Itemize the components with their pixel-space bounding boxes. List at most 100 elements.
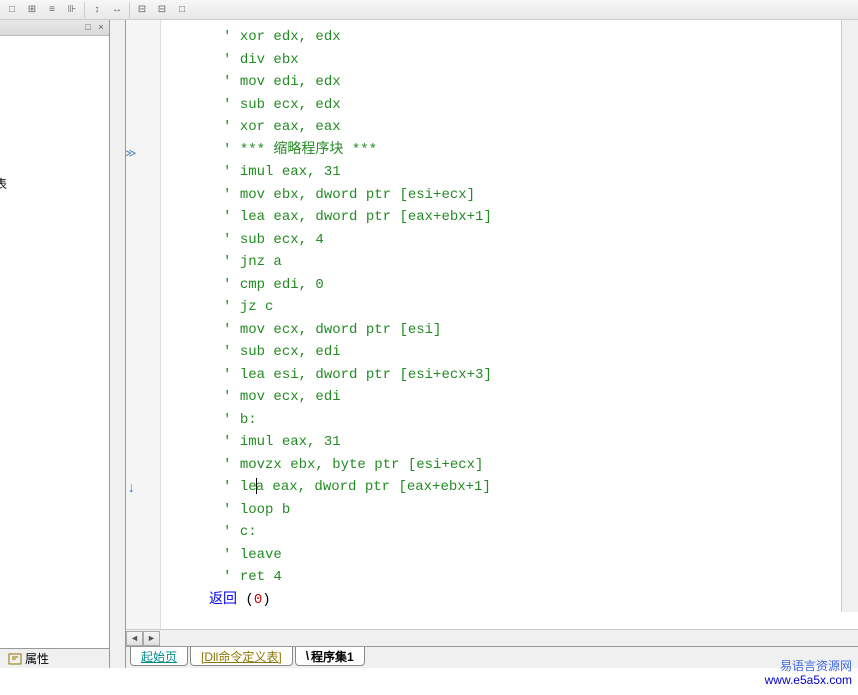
main-area: □ × 表 属性 ' xor edx, edx' div ebx' mov ed…	[0, 20, 858, 668]
comment-quote: '	[223, 547, 240, 563]
comment-quote: '	[223, 389, 240, 405]
code-view: ' xor edx, edx' div ebx' mov edi, edx' s…	[126, 20, 858, 629]
code-line[interactable]: ' lea esi, dword ptr [esi+ecx+3]	[161, 364, 858, 387]
comment-quote: '	[223, 52, 240, 68]
code-line[interactable]: ' jnz a	[161, 251, 858, 274]
toolbar-btn-6[interactable]: ↔	[107, 1, 127, 19]
comment-text: sub ecx, edx	[240, 97, 341, 113]
collapse-marker-icon[interactable]: ≫	[126, 143, 137, 166]
horizontal-scrollbar-area: ◄ ►	[126, 629, 858, 646]
code-line[interactable]: ' mov ebx, dword ptr [esi+ecx]	[161, 184, 858, 207]
comment-text: a eax, dword ptr [eax+ebx+1]	[256, 479, 491, 495]
comment-text: b:	[240, 412, 257, 428]
comment-text: mov edi, edx	[240, 74, 341, 90]
comment-quote: '	[223, 322, 240, 338]
code-line[interactable]: ' mov edi, edx	[161, 71, 858, 94]
comment-quote: '	[223, 569, 240, 585]
comment-quote: '	[223, 502, 240, 518]
comment-text: le	[240, 479, 257, 495]
comment-quote: '	[223, 479, 240, 495]
comment-quote: '	[223, 434, 240, 450]
left-panel-bottom-tabs: 属性	[0, 648, 109, 668]
toolbar-btn-3[interactable]: ≡	[42, 1, 62, 19]
toolbar-btn-2[interactable]: ⊞	[22, 1, 42, 19]
code-line[interactable]: ' div ebx	[161, 49, 858, 72]
comment-quote: '	[223, 232, 240, 248]
arrow-down-icon: ↓	[127, 478, 135, 501]
toolbar-btn-7[interactable]: ⊟	[132, 1, 152, 19]
splitter[interactable]	[110, 20, 126, 668]
code-line[interactable]: ' sub ecx, edx	[161, 94, 858, 117]
properties-tab[interactable]: 属性	[4, 649, 53, 668]
vertical-scrollbar[interactable]	[841, 20, 858, 612]
comment-quote: '	[223, 142, 240, 158]
left-panel-close-icon[interactable]: ×	[95, 22, 107, 34]
comment-quote: '	[223, 277, 240, 293]
comment-quote: '	[223, 412, 240, 428]
code-line[interactable]: ' c:	[161, 521, 858, 544]
code-line-return[interactable]: 返回 (0)	[161, 589, 858, 612]
comment-text: imul eax, 31	[240, 164, 341, 180]
code-line[interactable]: ' b:	[161, 409, 858, 432]
toolbar-btn-8[interactable]: ⊟	[152, 1, 172, 19]
comment-quote: '	[223, 29, 240, 45]
code-content[interactable]: ' xor edx, edx' div ebx' mov edi, edx' s…	[161, 20, 858, 629]
comment-quote: '	[223, 254, 240, 270]
code-line[interactable]: ' imul eax, 31	[161, 161, 858, 184]
toolbar-btn-4[interactable]: ⊪	[62, 1, 82, 19]
comment-quote: '	[223, 367, 240, 383]
code-line[interactable]: ' jz c	[161, 296, 858, 319]
editor-area: ' xor edx, edx' div ebx' mov edi, edx' s…	[126, 20, 858, 668]
comment-text: leave	[240, 547, 282, 563]
comment-text: jnz a	[240, 254, 282, 270]
code-line[interactable]: ' movzx ebx, byte ptr [esi+ecx]	[161, 454, 858, 477]
comment-quote: '	[223, 209, 240, 225]
code-line[interactable]: ' sub ecx, edi	[161, 341, 858, 364]
code-line[interactable]: ' mov ecx, dword ptr [esi]	[161, 319, 858, 342]
comment-quote: '	[223, 344, 240, 360]
comment-quote: '	[223, 74, 240, 90]
comment-text: jz c	[240, 299, 274, 315]
left-panel-pin-icon[interactable]: □	[82, 22, 94, 34]
toolbar-separator	[84, 2, 85, 18]
comment-quote: '	[223, 119, 240, 135]
code-line[interactable]: ↓' lea eax, dword ptr [eax+ebx+1]	[161, 476, 858, 499]
comment-text: lea esi, dword ptr [esi+ecx+3]	[240, 367, 492, 383]
watermark-url: www.e5a5x.com	[765, 673, 852, 687]
code-line[interactable]: ' imul eax, 31	[161, 431, 858, 454]
comment-text: lea eax, dword ptr [eax+ebx+1]	[240, 209, 492, 225]
code-line[interactable]: ' lea eax, dword ptr [eax+ebx+1]	[161, 206, 858, 229]
watermark-title: 易语言资源网	[765, 659, 852, 673]
toolbar-btn-9[interactable]: □	[172, 1, 192, 19]
code-line[interactable]: ' cmp edi, 0	[161, 274, 858, 297]
comment-text: movzx ebx, byte ptr [esi+ecx]	[240, 457, 484, 473]
toolbar-btn-1[interactable]: □	[2, 1, 22, 19]
comment-text: mov ebx, dword ptr [esi+ecx]	[240, 187, 475, 203]
tab-dll-definitions[interactable]: [Dll命令定义表]	[190, 647, 293, 666]
comment-text: *** 缩略程序块 ***	[240, 142, 377, 158]
code-line[interactable]: ' ret 4	[161, 566, 858, 589]
properties-icon	[8, 652, 22, 666]
code-line[interactable]: ' mov ecx, edi	[161, 386, 858, 409]
comment-text: sub ecx, edi	[240, 344, 341, 360]
comment-text: c:	[240, 524, 257, 540]
code-line[interactable]: ' loop b	[161, 499, 858, 522]
code-line[interactable]: ≫' *** 缩略程序块 ***	[161, 139, 858, 162]
comment-text: cmp edi, 0	[240, 277, 324, 293]
comment-quote: '	[223, 164, 240, 180]
scroll-left-button[interactable]: ◄	[126, 631, 143, 646]
scroll-right-button[interactable]: ►	[143, 631, 160, 646]
tab-program-set-1[interactable]: 程序集1	[295, 647, 365, 666]
code-line[interactable]: ' xor eax, eax	[161, 116, 858, 139]
comment-quote: '	[223, 524, 240, 540]
code-line[interactable]: ' xor edx, edx	[161, 26, 858, 49]
code-line[interactable]: ' sub ecx, 4	[161, 229, 858, 252]
tab-start-page[interactable]: 起始页	[130, 647, 188, 666]
properties-tab-label: 属性	[25, 650, 49, 667]
code-line[interactable]: ' leave	[161, 544, 858, 567]
comment-text: div ebx	[240, 52, 299, 68]
comment-text: ret 4	[240, 569, 282, 585]
comment-text: loop b	[240, 502, 290, 518]
toolbar-btn-5[interactable]: ↕	[87, 1, 107, 19]
toolbar-separator	[129, 2, 130, 18]
